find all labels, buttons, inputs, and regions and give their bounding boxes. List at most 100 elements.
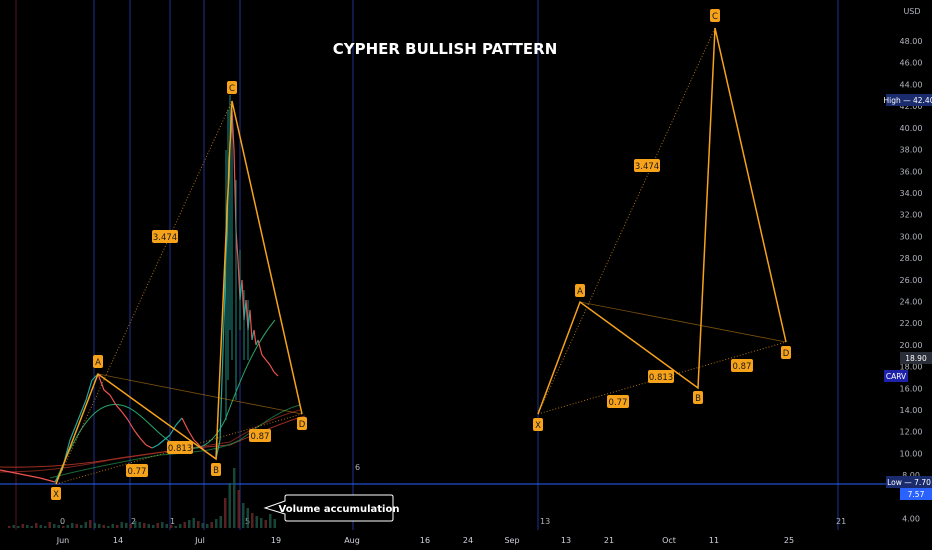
volume-bar xyxy=(111,524,114,528)
svg-text:D: D xyxy=(299,420,306,430)
volume-bar xyxy=(197,521,200,528)
volume-bar xyxy=(8,526,11,528)
volume-bar xyxy=(120,522,123,528)
volume-bar xyxy=(62,526,65,528)
volume-bar xyxy=(192,518,195,528)
point-label-c: C xyxy=(227,81,237,94)
volume-bar xyxy=(143,523,146,528)
price-marker: 18.90 xyxy=(900,352,932,364)
time-axis: Jun 14 Jul 19 Aug 16 24 Sep 13 21 Oct 11… xyxy=(0,530,895,550)
svg-text:B: B xyxy=(213,466,219,476)
time-tick: 19 xyxy=(271,536,281,545)
svg-text:High — 42.40: High — 42.40 xyxy=(884,96,932,105)
svg-text:Volume accumulation: Volume accumulation xyxy=(279,504,400,515)
point-label-b: B xyxy=(693,391,703,404)
volume-bar xyxy=(44,526,47,528)
volume-bar xyxy=(161,522,164,528)
volume-annotation: Volume accumulation xyxy=(263,494,400,522)
volume-bar xyxy=(201,523,204,528)
point-label-d: D xyxy=(297,417,307,430)
volume-bar xyxy=(89,520,92,528)
volume-bar xyxy=(233,468,236,528)
volume-bar xyxy=(125,523,128,528)
volume-bar xyxy=(84,522,87,528)
time-tick: 24 xyxy=(463,536,473,545)
volume-bar xyxy=(183,522,186,528)
point-label-x: X xyxy=(533,418,543,431)
ratio-label: 0.813 xyxy=(648,370,674,383)
ratio-label: 0.77 xyxy=(126,464,148,477)
volume-bar xyxy=(242,503,245,528)
svg-text:18.90: 18.90 xyxy=(905,354,927,363)
ratio-label: 0.77 xyxy=(607,395,629,408)
svg-text:B: B xyxy=(695,394,701,404)
point-label-c: C xyxy=(710,9,720,22)
svg-text:3.474: 3.474 xyxy=(153,233,177,243)
point-label-a: A xyxy=(93,355,103,368)
price-tick-label: 36.00 xyxy=(900,167,923,176)
price-tick-label: 46.00 xyxy=(900,59,923,68)
ratio-label: 0.87 xyxy=(731,359,753,372)
volume-bar xyxy=(264,520,267,528)
svg-text:X: X xyxy=(53,490,59,500)
volume-bar xyxy=(246,508,249,528)
volume-bar xyxy=(170,525,173,528)
volume-bar xyxy=(93,523,96,528)
svg-text:0.813: 0.813 xyxy=(649,373,673,383)
svg-text:0.87: 0.87 xyxy=(251,432,270,442)
session-label: 21 xyxy=(836,517,846,526)
volume-bar xyxy=(57,525,60,528)
price-tick-label: 12.00 xyxy=(900,428,923,437)
volume-bar xyxy=(17,526,20,528)
chart-title: CYPHER BULLISH PATTERN xyxy=(333,40,558,58)
volume-bar xyxy=(188,520,191,528)
time-tick: 13 xyxy=(561,536,571,545)
time-tick: Jun xyxy=(56,536,70,545)
volume-bar xyxy=(53,524,56,528)
session-label: 1 xyxy=(170,517,175,526)
volume-bar xyxy=(30,526,33,528)
svg-text:A: A xyxy=(577,287,583,297)
time-tick: Jul xyxy=(194,536,205,545)
volume-bar xyxy=(269,514,272,528)
volume-bar xyxy=(147,524,150,528)
volume-bar xyxy=(129,524,132,528)
price-chart[interactable]: 0 2 1 5 6 13 21 X A B C D 3.474 xyxy=(0,0,932,550)
price-marker: 7.57 xyxy=(900,488,932,500)
volume-bar xyxy=(260,518,263,528)
volume-bar xyxy=(26,525,29,528)
volume-bar xyxy=(12,525,15,528)
volume-bar xyxy=(206,524,209,528)
volume-bar xyxy=(39,525,42,528)
currency-label: USD xyxy=(903,7,920,16)
volume-bar xyxy=(21,524,24,528)
point-label-d: D xyxy=(781,346,791,359)
price-marker: CARV xyxy=(884,370,908,382)
session-label: 13 xyxy=(540,517,550,526)
volume-bar xyxy=(251,513,254,528)
svg-text:0.77: 0.77 xyxy=(128,467,147,477)
price-tick-label: 30.00 xyxy=(900,232,923,241)
point-label-b: B xyxy=(211,463,221,476)
volume-bar xyxy=(107,526,110,528)
volume-bar xyxy=(224,498,227,528)
svg-text:Low — 7.70: Low — 7.70 xyxy=(887,478,931,487)
volume-bar xyxy=(75,524,78,528)
volume-bar xyxy=(255,516,258,528)
ratio-label: 3.474 xyxy=(152,230,178,243)
price-tick-label: 20.00 xyxy=(900,341,923,350)
price-tick-label: 38.00 xyxy=(900,146,923,155)
point-label-a: A xyxy=(575,284,585,297)
time-tick: Oct xyxy=(662,536,676,545)
price-tick-label: 24.00 xyxy=(900,297,923,306)
svg-text:A: A xyxy=(95,358,101,368)
svg-text:D: D xyxy=(783,349,790,359)
price-tick-label: 16.00 xyxy=(900,384,923,393)
svg-text:0.813: 0.813 xyxy=(168,444,192,454)
svg-text:C: C xyxy=(712,12,718,22)
time-tick: 21 xyxy=(604,536,614,545)
session-label: 6 xyxy=(355,463,360,472)
volume-bar xyxy=(152,525,155,528)
session-label: 0 xyxy=(60,517,65,526)
price-tick-label: 14.00 xyxy=(900,406,923,415)
